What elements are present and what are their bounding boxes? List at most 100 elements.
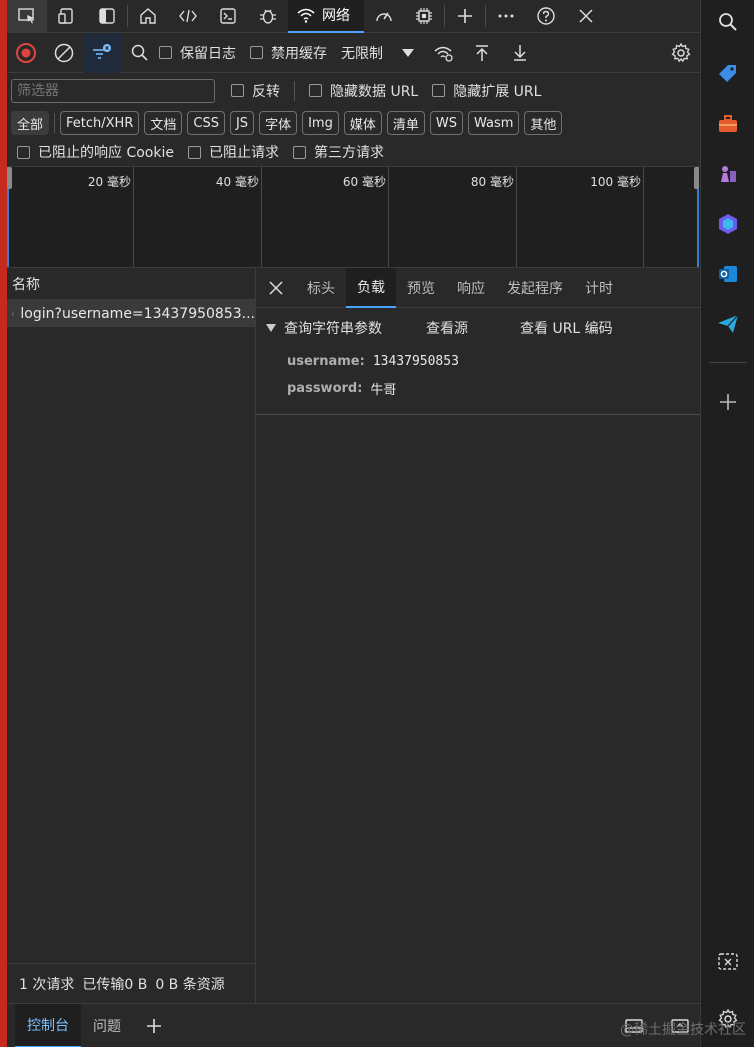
tab-preview[interactable]: 预览 <box>396 268 446 308</box>
disable-cache-checkbox[interactable]: 禁用缓存 <box>250 43 327 63</box>
sources-bug-icon[interactable] <box>248 0 288 33</box>
param-key: password: <box>287 381 363 396</box>
section-divider <box>256 414 700 415</box>
view-source-link[interactable]: 查看源 <box>426 318 468 338</box>
tab-payload[interactable]: 负载 <box>346 267 396 308</box>
type-chip-fetch-xhr[interactable]: Fetch/XHR <box>60 111 140 135</box>
hide-ext-urls-checkbox[interactable]: 隐藏扩展 URL <box>432 81 541 101</box>
sidebar-outlook-icon[interactable] <box>714 260 742 288</box>
sidebar-copilot-icon[interactable] <box>714 210 742 238</box>
checkbox-box[interactable] <box>309 84 322 97</box>
param-key: username: <box>287 354 365 369</box>
more-options-icon[interactable] <box>486 0 526 33</box>
request-detail: 标头 负载 预览 响应 发起程序 计时 查询字符串参数 查看源 查看 URL 编… <box>256 267 700 1003</box>
sidebar-search-icon[interactable] <box>714 8 742 36</box>
network-toolbar: 保留日志 禁用缓存 无限制 <box>7 32 700 73</box>
memory-chip-icon[interactable] <box>404 0 444 33</box>
sidebar-shopping-tag-icon[interactable] <box>714 60 742 88</box>
preserve-log-checkbox[interactable]: 保留日志 <box>159 43 236 63</box>
tab-network[interactable]: 网络 <box>288 0 364 33</box>
browser-sidebar <box>700 0 754 1047</box>
checkbox-box[interactable] <box>250 46 263 59</box>
query-string-section-header[interactable]: 查询字符串参数 查看源 查看 URL 编码 <box>256 308 700 348</box>
tab-timing[interactable]: 计时 <box>574 268 624 308</box>
sidebar-add-icon[interactable] <box>714 388 742 416</box>
request-count: 1 次请求 <box>19 976 75 993</box>
name-column-header[interactable]: 名称 <box>7 268 255 300</box>
filter-toggle-button[interactable] <box>83 32 121 73</box>
triangle-down-icon <box>266 324 276 332</box>
invert-checkbox[interactable]: 反转 <box>231 81 280 101</box>
drawer-tab-console[interactable]: 控制台 <box>15 1003 81 1047</box>
checkbox-box[interactable] <box>17 145 30 159</box>
checkbox-box[interactable] <box>159 46 172 59</box>
network-settings-button[interactable] <box>662 33 700 73</box>
elements-code-icon[interactable] <box>168 0 208 33</box>
disable-cache-label: 禁用缓存 <box>271 45 327 62</box>
timeline-tick-label: 100 毫秒 <box>590 175 641 189</box>
view-url-encoded-link[interactable]: 查看 URL 编码 <box>520 318 613 338</box>
checkbox-box[interactable] <box>187 145 201 159</box>
tab-response[interactable]: 响应 <box>446 268 496 308</box>
sidebar-tools-briefcase-icon[interactable] <box>714 110 742 138</box>
throttling-select[interactable]: 无限制 <box>341 43 415 63</box>
throttling-value: 无限制 <box>341 45 383 62</box>
type-chip-all[interactable]: 全部 <box>11 111 50 135</box>
hide-data-urls-label: 隐藏数据 URL <box>330 83 419 100</box>
inspect-element-icon[interactable] <box>7 0 47 33</box>
hide-data-urls-checkbox[interactable]: 隐藏数据 URL <box>309 81 418 101</box>
type-chip-doc[interactable]: 文档 <box>144 111 183 135</box>
console-icon[interactable] <box>208 0 248 33</box>
hide-ext-urls-label: 隐藏扩展 URL <box>453 83 542 100</box>
plus-icon <box>147 1018 161 1033</box>
close-icon <box>269 280 283 295</box>
timeline-right-handle[interactable] <box>694 167 699 189</box>
blocked-cookies-checkbox[interactable]: 已阻止的响应 Cookie <box>17 142 174 162</box>
clear-button[interactable] <box>45 33 83 73</box>
drawer-tab-issues[interactable]: 问题 <box>81 1004 133 1047</box>
tab-initiator[interactable]: 发起程序 <box>496 268 574 308</box>
blocked-filters-row: 已阻止的响应 Cookie 已阻止请求 第三方请求 <box>7 138 700 166</box>
checkbox-box[interactable] <box>292 145 306 159</box>
type-chip-css[interactable]: CSS <box>187 111 225 135</box>
type-chip-js[interactable]: JS <box>229 111 255 135</box>
invert-label: 反转 <box>252 83 280 100</box>
type-chip-other[interactable]: 其他 <box>524 111 563 135</box>
type-chip-wasm[interactable]: Wasm <box>467 111 520 135</box>
blocked-requests-checkbox[interactable]: 已阻止请求 <box>187 142 279 162</box>
type-chip-manifest[interactable]: 清单 <box>386 111 425 135</box>
document-icon <box>12 312 15 315</box>
third-party-checkbox[interactable]: 第三方请求 <box>292 142 384 162</box>
sidebar-send-icon[interactable] <box>714 310 742 338</box>
type-chip-img[interactable]: Img <box>302 111 339 135</box>
add-tool-icon[interactable] <box>445 0 485 33</box>
sidebar-screenshot-icon[interactable] <box>714 948 742 976</box>
checkbox-box[interactable] <box>432 84 446 97</box>
performance-icon[interactable] <box>364 0 404 33</box>
timeline-tick-label: 80 毫秒 <box>470 175 514 189</box>
network-conditions-button[interactable] <box>425 33 463 73</box>
drawer-add-tab-button[interactable] <box>133 1004 175 1047</box>
export-har-button[interactable] <box>501 33 539 73</box>
dock-side-icon[interactable] <box>87 0 127 33</box>
welcome-home-icon[interactable] <box>128 0 168 33</box>
device-emulation-icon[interactable] <box>47 0 87 33</box>
record-icon <box>16 42 36 63</box>
request-row[interactable]: login?username=13437950853... <box>7 300 255 327</box>
checkbox-box[interactable] <box>231 84 244 97</box>
tab-headers[interactable]: 标头 <box>296 268 346 308</box>
filter-input[interactable] <box>11 78 215 103</box>
type-chip-ws[interactable]: WS <box>429 111 463 135</box>
close-devtools-icon[interactable] <box>566 0 606 33</box>
type-chip-media[interactable]: 媒体 <box>343 111 382 135</box>
search-button[interactable] <box>121 33 159 73</box>
import-har-button[interactable] <box>463 33 501 73</box>
help-icon[interactable] <box>526 0 566 33</box>
filter-row: 反转 隐藏数据 URL 隐藏扩展 URL <box>7 73 700 108</box>
type-chip-font[interactable]: 字体 <box>259 111 298 135</box>
timeline-overview[interactable]: 20 毫秒 40 毫秒 60 毫秒 80 毫秒 100 毫秒 <box>7 166 700 268</box>
sidebar-games-chess-icon[interactable] <box>714 160 742 188</box>
record-button[interactable] <box>7 33 45 73</box>
close-detail-button[interactable] <box>256 268 296 308</box>
timeline-left-handle[interactable] <box>7 167 12 189</box>
